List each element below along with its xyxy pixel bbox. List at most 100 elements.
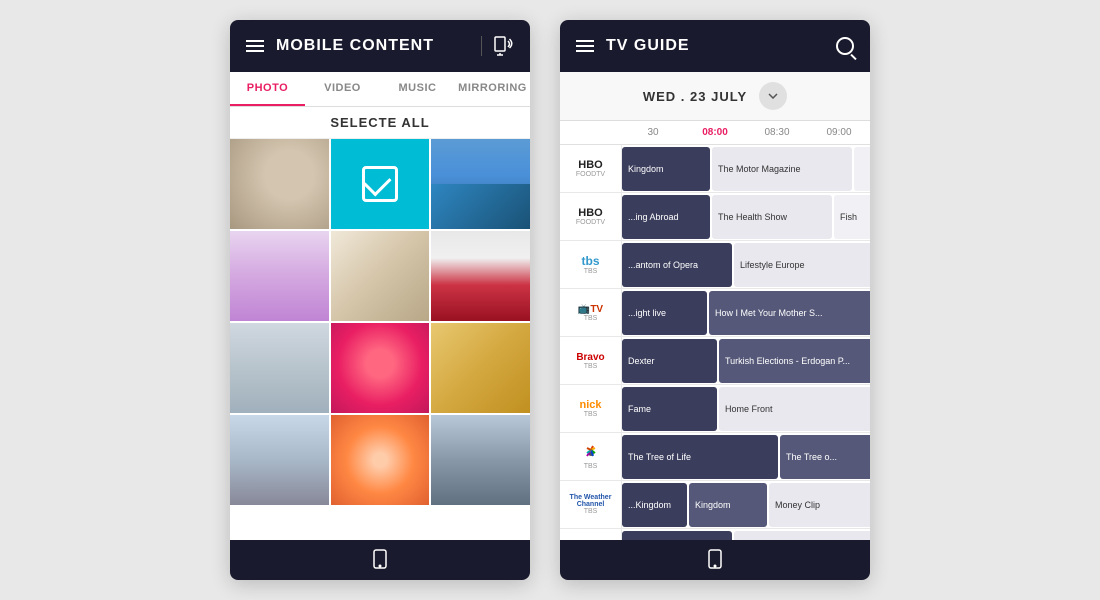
time-slots: 30 08:00 08:30 09:00 [622, 125, 870, 140]
channel-bravo: Bravo TBS [560, 337, 622, 384]
channel-hbo2: HBO FOODTV [560, 193, 622, 240]
channel-logo-weather: The Weather Channel [564, 494, 617, 508]
programs-nbc: The Tree of Life The Tree o... [622, 433, 870, 480]
program-how-met[interactable]: How I Met Your Mother S... [709, 291, 870, 335]
photo-cell-11[interactable] [331, 415, 430, 505]
program-dexter[interactable]: Dexter [622, 339, 717, 383]
photo-cell-7[interactable] [230, 323, 329, 413]
program-abroad[interactable]: ...ing Abroad [622, 195, 710, 239]
search-icon[interactable] [836, 37, 854, 55]
program-health-show[interactable]: The Health Show [712, 195, 832, 239]
programs-hbo2: ...ing Abroad The Health Show Fish [622, 193, 870, 240]
tv-guide-phone: TV GUIDE WED . 23 JULY 30 08:00 08:30 09… [560, 20, 870, 580]
chevron-down-icon [768, 93, 778, 99]
channel-sub-bravo: TBS [584, 363, 598, 370]
date-chevron-down[interactable] [759, 82, 787, 110]
program-tree-of-life2[interactable]: The Tree o... [780, 435, 870, 479]
program-kingdom2[interactable]: ...Kingdom [622, 483, 687, 527]
program-turkish[interactable]: Turkish Elections - Erdogan P... [719, 339, 870, 383]
programs-bravo: Dexter Turkish Elections - Erdogan P... [622, 337, 870, 384]
photo-cell-1[interactable] [230, 139, 329, 229]
channel-tv-tbs: 📺TV TBS [560, 289, 622, 336]
channel-tbs1: tbs TBS [560, 241, 622, 288]
date-label: WED . 23 JULY [643, 89, 747, 104]
photo-cell-5[interactable] [331, 231, 430, 321]
programs-weather: ...Kingdom Kingdom Money Clip [622, 481, 870, 528]
program-fish[interactable]: Fish [834, 195, 870, 239]
program-row-hbo2: HBO FOODTV ...ing Abroad The Health Show… [560, 193, 870, 241]
tv-header: TV GUIDE [560, 20, 870, 72]
photo-cell-4[interactable] [230, 231, 329, 321]
program-row-tbs1: tbs TBS ...antom of Opera Lifestyle Euro… [560, 241, 870, 289]
time-slot-30: 30 [622, 125, 684, 140]
programs-nick: Fame Home Front [622, 385, 870, 432]
tab-photo[interactable]: PHOTO [230, 72, 305, 106]
program-kingdom[interactable]: Kingdom [622, 147, 710, 191]
program-row-ch5: 5 ...antom of Opera Lifestyle Europe [560, 529, 870, 540]
app-container: MOBILE CONTENT PHOTO VIDEO MUSIC MIRRORI… [230, 20, 870, 580]
program-home-front[interactable]: Home Front [719, 387, 870, 431]
channel-logo-nick: nick [579, 399, 601, 411]
channel-sub-tbs1: TBS [584, 268, 598, 275]
photo-cell-6[interactable] [431, 231, 530, 321]
mobile-header: MOBILE CONTENT [230, 20, 530, 72]
channel-sub-hbo1: FOODTV [576, 171, 605, 178]
time-slot-800: 08:00 [684, 125, 746, 140]
programs-hbo1: Kingdom The Motor Magazine [622, 145, 870, 192]
program-phantom-opera2[interactable]: ...antom of Opera [622, 531, 732, 540]
mobile-bottom-bar [230, 540, 530, 580]
channel-logo-tbs1: tbs [582, 254, 600, 268]
program-blank1[interactable] [854, 147, 870, 191]
photo-cell-10[interactable] [230, 415, 329, 505]
channel-weather: The Weather Channel TBS [560, 481, 622, 528]
program-motor-magazine[interactable]: The Motor Magazine [712, 147, 852, 191]
mobile-home-icon [371, 549, 389, 571]
program-tree-of-life[interactable]: The Tree of Life [622, 435, 778, 479]
nbc-logo-icon [577, 443, 605, 463]
channel-nick: nick TBS [560, 385, 622, 432]
hamburger-menu-icon[interactable] [246, 40, 264, 52]
program-lifestyle-europe2[interactable]: Lifestyle Europe [734, 531, 870, 540]
time-slot-900: 09:00 [808, 125, 870, 140]
photo-cell-2-selected[interactable] [331, 139, 430, 229]
time-slot-830: 08:30 [746, 125, 808, 140]
program-row-tv-tbs: 📺TV TBS ...ight live How I Met Your Moth… [560, 289, 870, 337]
tv-home-icon [706, 549, 724, 571]
photo-cell-8[interactable] [331, 323, 430, 413]
channel-logo-tv: 📺TV [578, 304, 603, 315]
program-lifestyle-europe1[interactable]: Lifestyle Europe [734, 243, 870, 287]
header-icons [481, 35, 514, 57]
program-money-clip[interactable]: Money Clip [769, 483, 870, 527]
channel-sub-tv: TBS [584, 315, 598, 322]
tab-music[interactable]: MUSIC [380, 72, 455, 106]
channel-logo-hbo1: HBO [578, 159, 602, 171]
selected-checkmark [362, 166, 398, 202]
programs-ch5: ...antom of Opera Lifestyle Europe [622, 529, 870, 540]
channel-col-header [560, 125, 622, 140]
program-row-bravo: Bravo TBS Dexter Turkish Elections - Erd… [560, 337, 870, 385]
select-all-bar[interactable]: SELECTE ALL [230, 107, 530, 139]
program-kingdom3[interactable]: Kingdom [689, 483, 767, 527]
program-fame[interactable]: Fame [622, 387, 717, 431]
channel-nbc: TBS [560, 433, 622, 480]
programs-container: HBO FOODTV Kingdom The Motor Magazine HB… [560, 145, 870, 540]
photo-cell-3[interactable] [431, 139, 530, 229]
device-signal-icon [490, 35, 514, 57]
tv-title: TV GUIDE [606, 37, 824, 55]
channel-sub-nbc: TBS [584, 463, 598, 470]
tab-video[interactable]: VIDEO [305, 72, 380, 106]
program-row-hbo1: HBO FOODTV Kingdom The Motor Magazine [560, 145, 870, 193]
program-night-live[interactable]: ...ight live [622, 291, 707, 335]
time-row: 30 08:00 08:30 09:00 [560, 121, 870, 145]
photo-grid [230, 139, 530, 540]
tab-mirroring[interactable]: MIRRORING [455, 72, 530, 106]
tv-hamburger-icon[interactable] [576, 40, 594, 52]
channel-hbo1: HBO FOODTV [560, 145, 622, 192]
program-row-nbc: TBS The Tree of Life The Tree o... [560, 433, 870, 481]
program-phantom-opera1[interactable]: ...antom of Opera [622, 243, 732, 287]
programs-tbs1: ...antom of Opera Lifestyle Europe [622, 241, 870, 288]
programs-tv-tbs: ...ight live How I Met Your Mother S... [622, 289, 870, 336]
photo-cell-9[interactable] [431, 323, 530, 413]
channel-sub-weather: TBS [584, 508, 598, 515]
photo-cell-12[interactable] [431, 415, 530, 505]
